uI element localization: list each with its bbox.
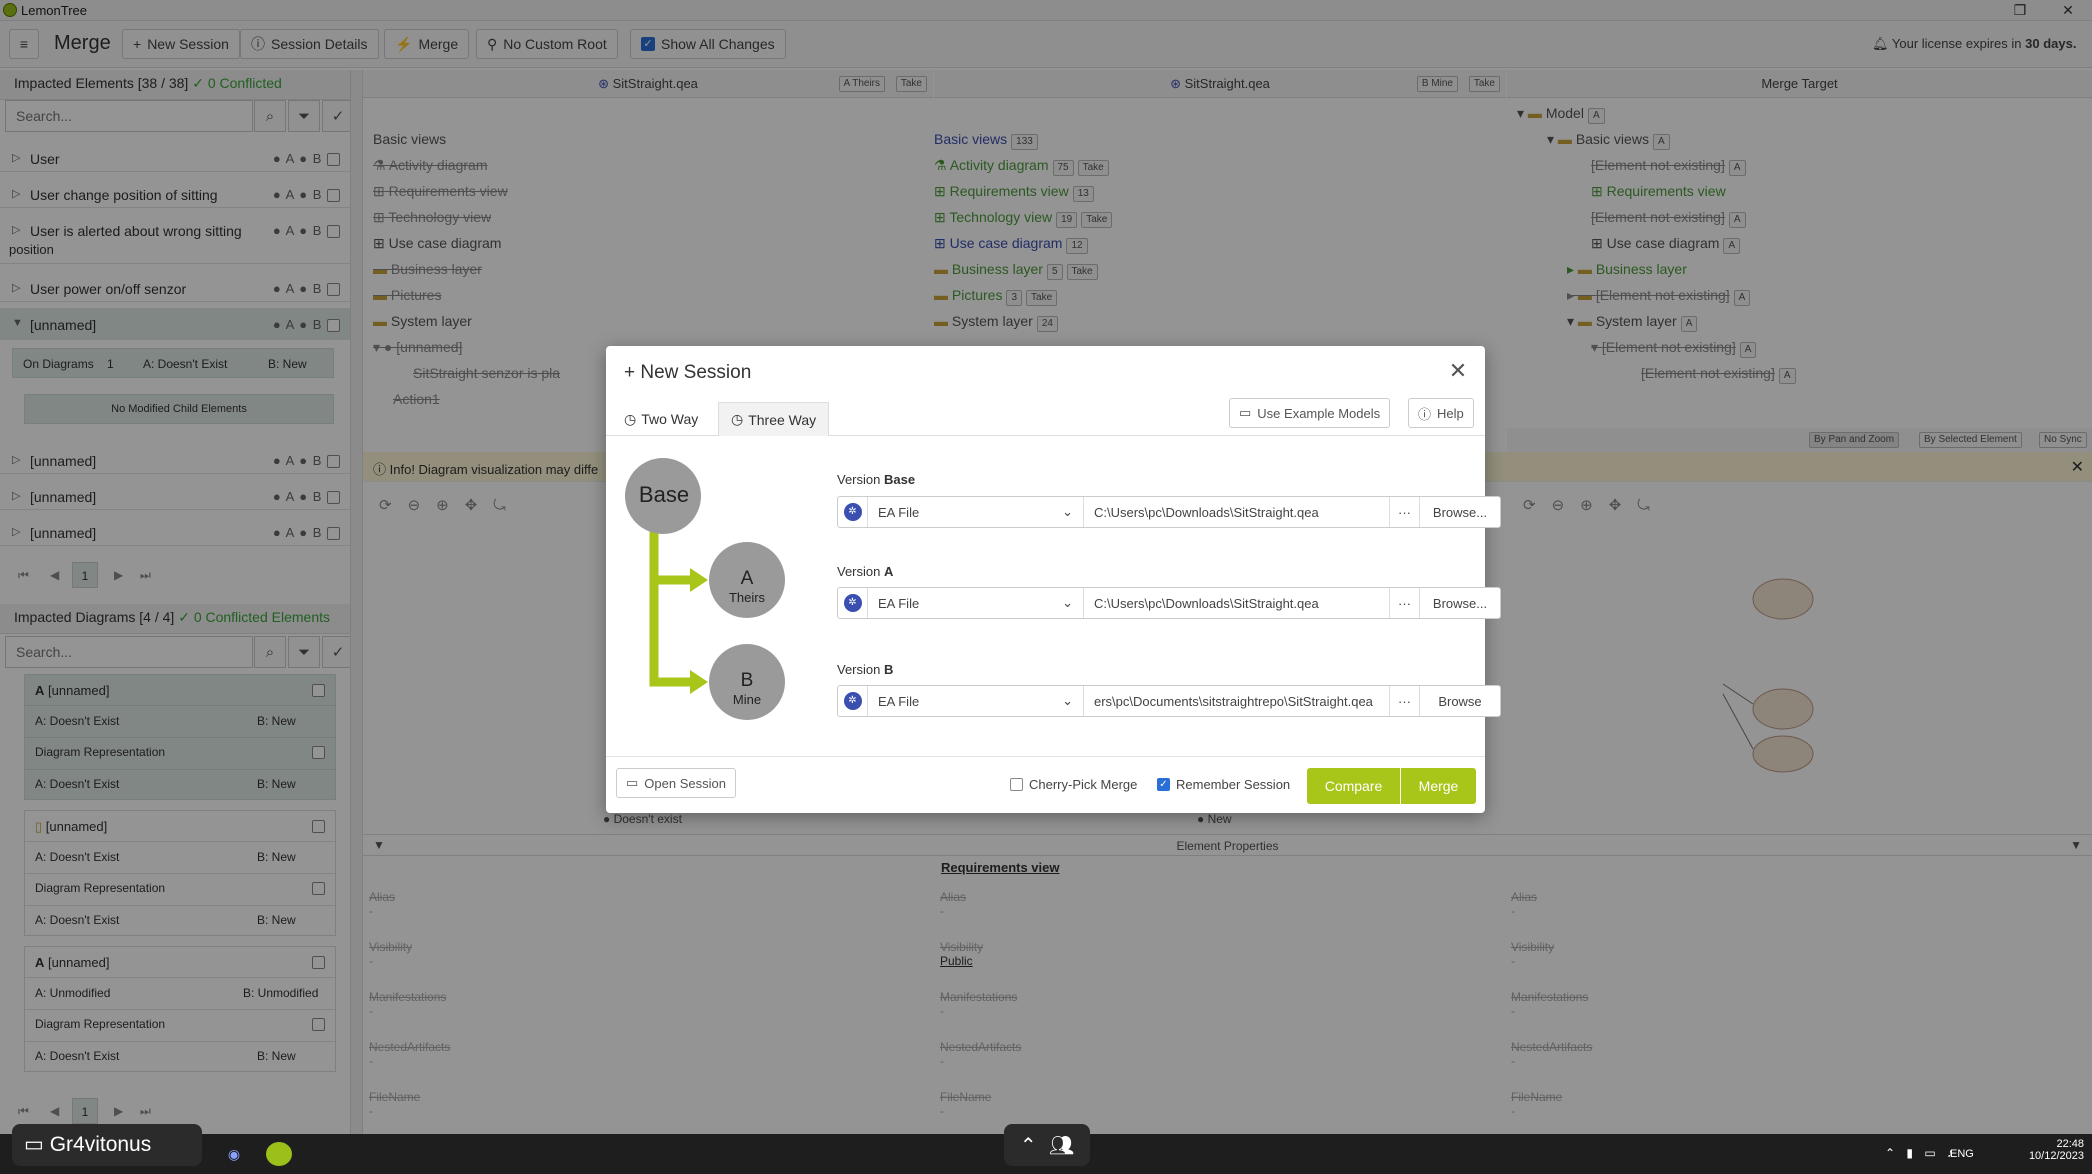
arrow-line [649,518,692,687]
version-name: B [884,662,894,677]
theirs-label: Theirs [728,590,766,605]
version-a-type-select[interactable]: EA File ⌄ [868,588,1084,618]
cherry-pick-label: Cherry-Pick Merge [1029,777,1138,792]
version-name: Base [884,472,916,487]
version-b-type-select[interactable]: EA File ⌄ [868,686,1084,716]
version-b-path-input[interactable]: ers\pc\Documents\sitstraightrepo\SitStra… [1084,686,1390,716]
version-name: A [884,564,894,579]
open-session-label: Open Session [644,775,726,791]
language-indicator[interactable]: ENG [1950,1148,1974,1160]
version-base-label: Version Base [837,472,915,487]
plus-icon: + [624,362,636,383]
more-options-button[interactable]: ··· [1390,686,1420,716]
lemontree-taskbar-icon[interactable] [266,1142,292,1166]
open-session-button[interactable]: ▭ Open Session [616,768,736,798]
version-base-row: ✲ EA File ⌄ C:\Users\pc\Downloads\SitStra… [837,496,1501,528]
info-circle-icon: ⓘ [1418,406,1432,422]
select-value: EA File [878,693,920,709]
radio-icon: ◷ [624,410,637,427]
ea-logo-icon: ✲ [838,588,868,618]
version-word: Version [837,662,881,677]
arrow-head [690,670,708,694]
chat-icon: ▭ [24,1133,44,1156]
user-badge: ▭ Gr4vitonus [12,1124,202,1166]
chevron-down-icon: ⌄ [1062,693,1073,708]
use-example-models-button[interactable]: ▭ Use Example Models [1229,398,1391,428]
browse-button[interactable]: Browse [1420,686,1500,716]
chevron-down-icon: ⌄ [1062,504,1073,519]
remember-session-label: Remember Session [1176,777,1291,792]
user-name: Gr4vitonus [49,1133,152,1156]
ea-logo-icon: ✲ [838,686,868,716]
chevron-down-icon: ⌄ [1062,595,1073,610]
compare-button[interactable]: Compare [1307,768,1400,804]
b-label: B [740,670,754,691]
overlay-controls[interactable]: ⌃ 👥︎ [1004,1124,1090,1166]
clock[interactable]: 22:48 10/12/2023 [2024,1138,2084,1162]
dialog-title: + New Session [624,362,751,384]
tab-three-way[interactable]: ◷ Three Way [718,402,830,436]
new-session-dialog: + New Session ✕ ◷ Two Way ◷ Three Way ▭ Use… [606,346,1501,813]
version-base-path-input[interactable]: C:\Users\pc\Downloads\SitStraight.qea [1084,497,1390,527]
people-icon[interactable]: 👥︎ [1049,1133,1074,1158]
ea-logo-icon: ✲ [838,497,868,527]
tray-icons[interactable]: ⌃ ▮ ▭ ♪ [1885,1146,1957,1160]
help-button[interactable]: ⓘ Help [1408,398,1474,428]
box-icon: ▭ [1239,405,1252,420]
select-value: EA File [878,595,920,611]
clock-time: 22:48 [2056,1138,2084,1150]
version-word: Version [837,564,881,579]
clock-date: 10/12/2023 [2028,1150,2084,1162]
tab-label: Three Way [748,411,817,428]
select-value: EA File [878,504,920,520]
chrome-icon[interactable]: ◉ [221,1142,247,1166]
radio-icon: ◷ [731,411,744,427]
a-label: A [740,568,754,589]
use-example-label: Use Example Models [1257,405,1381,421]
folder-open-icon: ▭ [626,775,639,790]
more-options-button[interactable]: ··· [1390,588,1420,618]
cherry-pick-checkbox[interactable] [1010,778,1023,791]
version-b-row: ✲ EA File ⌄ ers\pc\Documents\sitstraightr… [837,685,1501,717]
remember-session-option[interactable]: ✓ Remember Session [1157,777,1290,792]
tab-label: Two Way [641,411,699,427]
mine-label: Mine [732,692,762,707]
cherry-pick-option[interactable]: Cherry-Pick Merge [1010,777,1137,792]
version-a-row: ✲ EA File ⌄ C:\Users\pc\Downloads\SitStra… [837,587,1501,619]
os-taskbar: ▭ Gr4vitonus ◉ ⌖ ⌃👥︎ ⌃ ▮ ▭ ♪ ENG 22:4810… [0,1124,2092,1174]
version-word: Version [837,472,881,487]
help-label: Help [1437,405,1464,421]
remember-session-checkbox[interactable]: ✓ [1157,778,1170,791]
more-options-button[interactable]: ··· [1390,497,1420,527]
dialog-footer: ▭ Open Session Cherry-Pick Merge ✓ Remembe… [606,756,1485,813]
merge-button[interactable]: Merge [1401,768,1476,804]
browse-button[interactable]: Browse... [1420,497,1500,527]
tab-two-way[interactable]: ◷ Two Way [612,402,710,436]
close-icon[interactable]: ✕ [1445,358,1471,384]
version-b-label: Version B [837,662,893,677]
base-label: Base [638,482,690,507]
version-a-label: Version A [837,564,893,579]
version-base-type-select[interactable]: EA File ⌄ [868,497,1084,527]
arrow-head [690,568,708,592]
browse-button[interactable]: Browse... [1420,588,1500,618]
version-a-path-input[interactable]: C:\Users\pc\Downloads\SitStraight.qea [1084,588,1390,618]
dialog-title-text: New Session [640,362,752,383]
chevron-up-icon[interactable]: ⌃ [1020,1133,1037,1158]
